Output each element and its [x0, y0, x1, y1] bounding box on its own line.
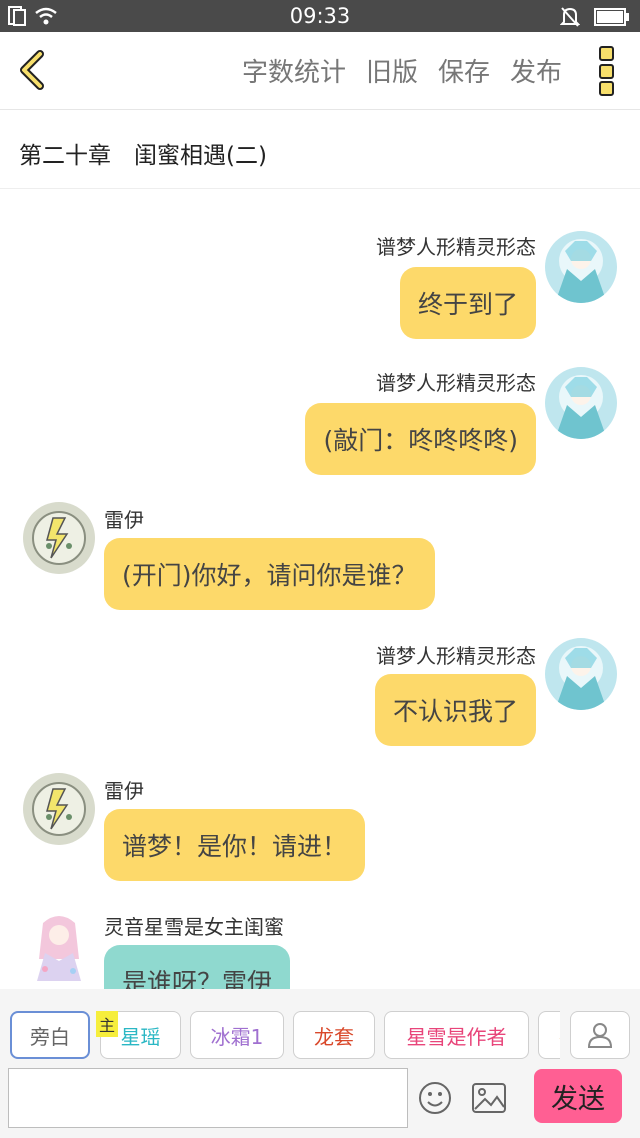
character-chip-label: 星雪是作者 — [406, 1024, 507, 1049]
avatar-pumeng-image — [545, 638, 617, 710]
insert-image-button[interactable] — [471, 1081, 507, 1115]
character-chip[interactable]: 冰霜1 — [190, 1011, 284, 1059]
character-chip-narration[interactable]: 旁白 — [10, 1011, 90, 1059]
avatar[interactable] — [23, 773, 95, 845]
avatar[interactable] — [545, 231, 617, 303]
status-bar: 09:33 — [0, 0, 640, 32]
old-version-button[interactable]: 旧版 — [366, 52, 418, 89]
chapter-title[interactable]: 第二十章 闺蜜相遇(二) — [19, 136, 267, 170]
manage-characters-button[interactable] — [570, 1011, 630, 1059]
avatar-lingyin-image — [23, 909, 95, 981]
sender-name: 雷伊 — [104, 779, 144, 803]
person-icon — [587, 1023, 613, 1048]
sender-name: 雷伊 — [104, 508, 144, 532]
avatar-leiyi-image — [23, 502, 95, 574]
main-character-badge: 主 — [96, 1011, 118, 1037]
avatar-pumeng-image — [545, 367, 617, 439]
toolbar-actions: 字数统计 旧版 保存 发布 — [242, 52, 562, 89]
save-button[interactable]: 保存 — [438, 52, 490, 89]
sender-name: 谱梦人形精灵形态 — [376, 371, 536, 395]
character-chip-label: 旁白 — [30, 1024, 70, 1049]
message-bubble[interactable]: 终于到了 — [399, 267, 536, 339]
character-chip-label: 龙套 — [314, 1024, 354, 1049]
more-dot-icon — [598, 81, 614, 96]
avatar-pumeng-image — [545, 231, 617, 303]
avatar-leiyi-image — [23, 773, 95, 845]
chevron-left-icon — [20, 50, 44, 90]
more-dot-icon — [598, 63, 614, 79]
emoji-button[interactable] — [418, 1081, 452, 1115]
message-bubble[interactable]: 是谁呀？雷伊 — [104, 945, 291, 989]
more-dot-icon — [598, 46, 614, 61]
composer-bar: 旁白 星瑶 冰霜1 龙套 星雪是作者 布 主 发送 — [0, 989, 640, 1138]
character-chip[interactable]: 布 — [538, 1011, 560, 1059]
message-bubble[interactable]: 谱梦！是你！请进！ — [104, 809, 366, 881]
back-button[interactable] — [14, 50, 54, 90]
avatar[interactable] — [545, 367, 617, 439]
publish-button[interactable]: 发布 — [510, 52, 562, 89]
sender-name: 灵音星雪是女主闺蜜 — [104, 915, 284, 939]
character-chip[interactable]: 龙套 — [293, 1011, 375, 1059]
status-right-icons — [560, 6, 630, 28]
character-chip-label: 冰霜1 — [210, 1024, 264, 1049]
smiley-icon — [419, 1082, 451, 1114]
word-count-button[interactable]: 字数统计 — [242, 52, 346, 89]
character-selector: 旁白 星瑶 冰霜1 龙套 星雪是作者 布 — [0, 1011, 560, 1063]
bell-muted-icon — [560, 7, 580, 27]
avatar[interactable] — [545, 638, 617, 710]
send-button[interactable]: 发送 — [534, 1069, 622, 1123]
character-chip[interactable]: 星雪是作者 — [384, 1011, 529, 1059]
status-time: 09:33 — [289, 4, 351, 28]
character-chip-label: 布 — [559, 1021, 560, 1050]
avatar[interactable] — [23, 502, 95, 574]
message-bubble[interactable]: (开门)你好，请问你是谁？ — [104, 538, 435, 610]
battery-icon — [594, 8, 629, 26]
chat-list[interactable]: 谱梦人形精灵形态 终于到了 谱梦人形精灵形态 (敲门：咚咚咚咚) 雷伊 (开门)… — [0, 189, 640, 989]
editor-toolbar: 字数统计 旧版 保存 发布 — [0, 32, 640, 110]
chapter-header: 第二十章 闺蜜相遇(二) — [0, 110, 640, 189]
message-input[interactable] — [8, 1068, 408, 1128]
more-menu-button[interactable] — [594, 46, 618, 96]
image-icon — [472, 1083, 506, 1113]
sender-name: 谱梦人形精灵形态 — [376, 235, 536, 259]
sender-name: 谱梦人形精灵形态 — [376, 644, 536, 668]
avatar[interactable] — [23, 909, 95, 981]
character-chip-label: 星瑶 — [120, 1024, 161, 1049]
message-bubble[interactable]: (敲门：咚咚咚咚) — [305, 403, 536, 475]
message-bubble[interactable]: 不认识我了 — [374, 674, 536, 746]
